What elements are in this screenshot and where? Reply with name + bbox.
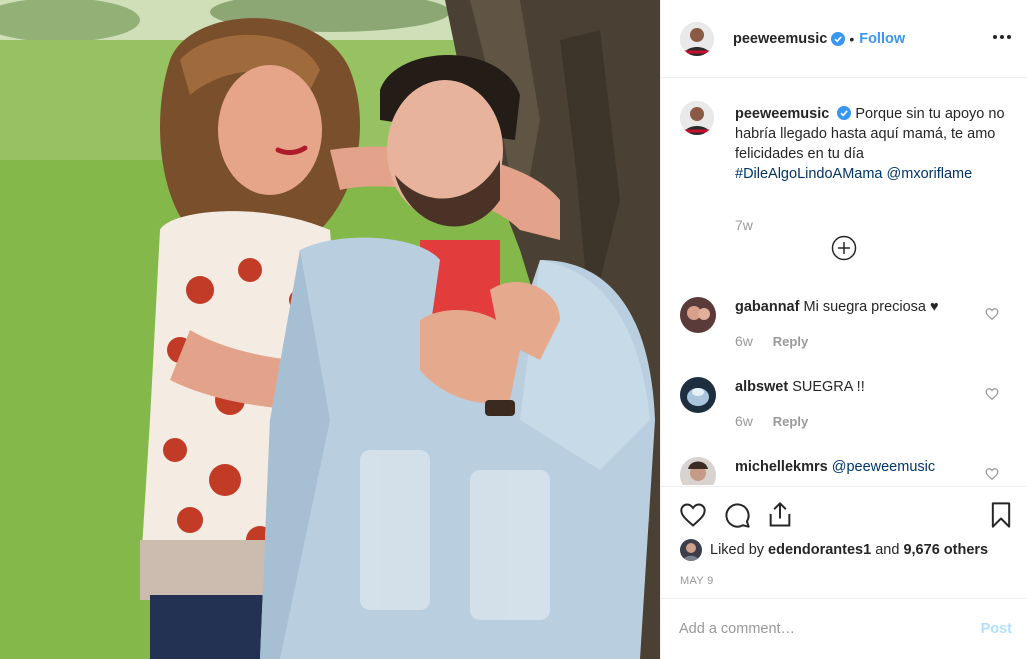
caption-timestamp[interactable]: 7w bbox=[735, 217, 753, 233]
verified-badge-icon bbox=[837, 106, 852, 120]
likes-middle: and bbox=[875, 542, 900, 558]
post-actions: Liked by edendorantes1 and 9,676 others … bbox=[661, 486, 1027, 598]
comment-meta: 6w Reply bbox=[735, 413, 808, 429]
follow-button[interactable]: Follow bbox=[859, 31, 905, 47]
comment-mention[interactable]: @peeweemusic bbox=[832, 459, 935, 475]
more-options-icon[interactable] bbox=[992, 27, 1012, 47]
comment-line: gabannaf Mi suegra preciosa ♥ bbox=[735, 297, 975, 317]
likes-prefix: Liked by bbox=[710, 542, 765, 558]
comment-item: michellekmrs @peeweemusic bbox=[680, 457, 1020, 485]
header-separator: • bbox=[849, 30, 855, 47]
add-comment-input[interactable] bbox=[679, 617, 969, 641]
comment-username[interactable]: gabannaf bbox=[735, 299, 799, 315]
comment-like-heart-icon[interactable] bbox=[985, 387, 999, 401]
comment-item: albswet SUEGRA !! 6w Reply bbox=[680, 377, 1020, 437]
comment-username[interactable]: michellekmrs bbox=[735, 459, 828, 475]
caption-mention[interactable]: @mxoriflame bbox=[887, 166, 973, 182]
comment-timestamp[interactable]: 6w bbox=[735, 333, 753, 349]
post-side-panel: peeweemusic • Follow peeweemusic Porque … bbox=[660, 0, 1027, 659]
photo-illustration bbox=[0, 0, 660, 659]
post-photo[interactable] bbox=[0, 0, 660, 659]
post-comment-button[interactable]: Post bbox=[981, 621, 1012, 637]
commenter-avatar[interactable] bbox=[680, 377, 716, 413]
post-header: peeweemusic • Follow bbox=[661, 0, 1027, 78]
comment-meta: 6w Reply bbox=[735, 333, 808, 349]
comment-text: Mi suegra preciosa ♥ bbox=[803, 299, 939, 315]
comment-username[interactable]: albswet bbox=[735, 379, 788, 395]
post-date[interactable]: MAY 9 bbox=[680, 575, 714, 587]
comment-timestamp[interactable]: 6w bbox=[735, 413, 753, 429]
caption-text: peeweemusic Porque sin tu apoyo no habrí… bbox=[735, 104, 1015, 184]
comments-list[interactable]: peeweemusic Porque sin tu apoyo no habrí… bbox=[661, 79, 1027, 485]
caption-hashtag[interactable]: #DileAlgoLindoAMama bbox=[735, 166, 883, 182]
likes-summary: Liked by edendorantes1 and 9,676 others bbox=[680, 539, 988, 561]
heart-icon[interactable] bbox=[679, 501, 707, 529]
liker-avatar[interactable] bbox=[680, 539, 702, 561]
bookmark-icon[interactable] bbox=[987, 501, 1015, 529]
share-icon[interactable] bbox=[766, 501, 794, 529]
caption-username[interactable]: peeweemusic bbox=[735, 106, 829, 122]
reply-button[interactable]: Reply bbox=[773, 334, 808, 349]
add-comment-bar: Post bbox=[661, 598, 1027, 659]
author-username[interactable]: peeweemusic bbox=[733, 31, 827, 47]
caption-avatar[interactable] bbox=[680, 101, 714, 135]
verified-badge-icon bbox=[831, 31, 846, 46]
reply-button[interactable]: Reply bbox=[773, 414, 808, 429]
liker-username[interactable]: edendorantes1 bbox=[768, 542, 871, 558]
comment-like-heart-icon[interactable] bbox=[985, 307, 999, 321]
commenter-avatar[interactable] bbox=[680, 297, 716, 333]
likes-count[interactable]: 9,676 others bbox=[903, 542, 988, 558]
comment-line: albswet SUEGRA !! bbox=[735, 377, 975, 397]
comment-bubble-icon[interactable] bbox=[723, 501, 751, 529]
commenter-avatar[interactable] bbox=[680, 457, 716, 485]
comment-like-heart-icon[interactable] bbox=[985, 467, 999, 481]
comment-item: gabannaf Mi suegra preciosa ♥ 6w Reply bbox=[680, 297, 1020, 357]
author-avatar[interactable] bbox=[680, 21, 714, 56]
comment-text: SUEGRA !! bbox=[792, 379, 865, 395]
load-more-comments-icon[interactable] bbox=[831, 235, 857, 261]
comment-line: michellekmrs @peeweemusic bbox=[735, 457, 975, 477]
